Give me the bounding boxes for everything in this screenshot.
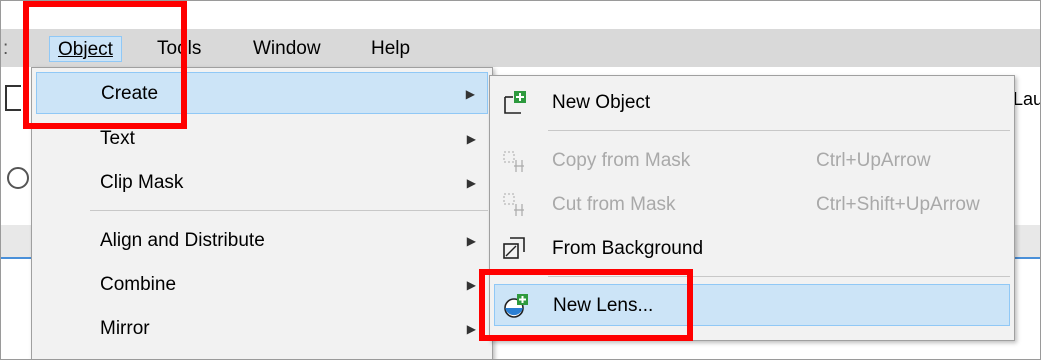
menu-item-from-background[interactable]: From Background [494,228,1010,270]
annotation-highlight-new-lens [479,269,693,341]
menu-item-cut-from-mask[interactable]: Cut from Mask Ctrl+Shift+UpArrow [494,184,1010,226]
annotation-highlight-object-create [23,1,187,129]
menu-separator [548,130,1010,131]
rotate-icon[interactable] [7,167,29,189]
submenu-arrow-icon: ▶ [465,87,475,101]
menubar-partial-item[interactable]: : [1,36,10,62]
submenu-arrow-icon: ▶ [466,132,476,146]
menu-item-align-distribute-label: Align and Distribute [100,230,265,251]
submenu-arrow-icon: ▶ [466,322,476,336]
menu-item-copy-from-mask[interactable]: Copy from Mask Ctrl+UpArrow [494,140,1010,182]
menu-item-new-object-label: New Object [552,92,651,113]
toolbar-partial-icon[interactable] [5,85,21,111]
menu-item-from-background-label: From Background [552,238,704,259]
new-object-icon [504,91,526,114]
submenu-arrow-icon: ▶ [466,278,476,292]
copy-from-mask-icon [503,151,524,172]
menu-separator [90,210,488,211]
app-window: : Object Tools Window Help Lau Create ▶ … [0,0,1041,360]
menu-item-clip-mask-label: Clip Mask [100,172,184,193]
cut-from-mask-icon [503,193,524,216]
menu-item-new-object[interactable]: New Object [494,82,1010,124]
menu-window[interactable]: Window [245,36,329,62]
menu-help[interactable]: Help [363,36,418,62]
submenu-arrow-icon: ▶ [466,176,476,190]
menu-item-mirror[interactable]: Mirror ▶ [36,308,488,350]
menu-window-label: Window [253,38,321,59]
menu-item-combine[interactable]: Combine ▶ [36,264,488,306]
toolbar-partial-text: Lau [1013,89,1041,109]
menu-item-cut-from-mask-label: Cut from Mask [552,194,676,215]
menu-item-combine-label: Combine [100,274,177,295]
menu-item-align-distribute[interactable]: Align and Distribute ▶ [36,220,488,262]
submenu-arrow-icon: ▶ [466,234,476,248]
menu-item-clip-mask[interactable]: Clip Mask ▶ [36,162,488,204]
menu-item-copy-from-mask-label: Copy from Mask [552,150,691,171]
menu-item-cut-from-mask-shortcut: Ctrl+Shift+UpArrow [816,194,980,215]
menu-item-mirror-label: Mirror [100,318,150,339]
menu-help-label: Help [371,38,411,59]
from-background-icon [503,237,525,259]
menu-item-copy-from-mask-shortcut: Ctrl+UpArrow [816,150,931,171]
